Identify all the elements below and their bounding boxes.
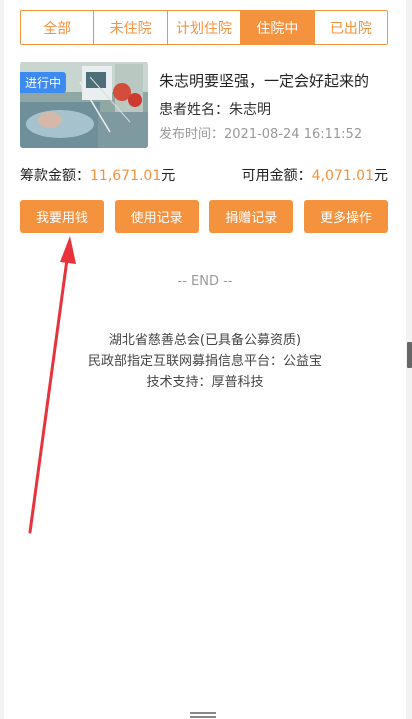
publish-time: 2021-08-24 16:11:52 (224, 127, 363, 142)
amount-row: 筹款金额：11,671.01元 可用金额：4,071.01元 (20, 165, 388, 185)
raised-value: 11,671.01 (90, 168, 162, 184)
publish-time-row: 发布时间：2021-08-24 16:11:52 (159, 123, 362, 142)
page: 全部 未住院 计划住院 住院中 已出院 进行中 朱志明要坚强，一定会好起来的 患… (4, 0, 406, 719)
available-unit: 元 (374, 168, 388, 184)
tab-planned-hospitalization[interactable]: 计划住院 (167, 11, 242, 44)
bottom-grip-icon[interactable] (190, 712, 216, 718)
tab-discharged[interactable]: 已出院 (314, 11, 387, 44)
action-buttons: 我要用钱 使用记录 捐赠记录 更多操作 (20, 200, 388, 233)
available-amount: 可用金额：4,071.01元 (242, 165, 388, 185)
tab-hospitalized[interactable]: 住院中 (241, 11, 315, 44)
more-actions-button[interactable]: 更多操作 (303, 200, 388, 233)
status-tabs: 全部 未住院 计划住院 住院中 已出院 (20, 10, 388, 45)
project-photo[interactable]: 进行中 (20, 62, 148, 148)
publish-time-label: 发布时间： (159, 127, 225, 142)
donation-records-button[interactable]: 捐赠记录 (209, 200, 294, 233)
patient-name-label: 患者姓名： (159, 102, 229, 118)
available-label: 可用金额： (241, 168, 312, 184)
patient-name-row: 患者姓名：朱志明 (159, 99, 271, 119)
status-badge: 进行中 (20, 72, 67, 93)
raised-unit: 元 (161, 168, 176, 184)
patient-name: 朱志明 (229, 102, 271, 118)
end-marker: -- END -- (177, 274, 233, 289)
footer-line-charity: 湖北省慈善总会(已具备公募资质) (108, 333, 302, 348)
footer-line-platform: 民政部指定互联网募捐信息平台：公益宝 (87, 354, 322, 369)
footer-line-support: 技术支持：厚普科技 (146, 375, 264, 390)
project-title[interactable]: 朱志明要坚强，一定会好起来的 (159, 70, 369, 91)
footer: 湖北省慈善总会(已具备公募资质) 民政部指定互联网募捐信息平台：公益宝 技术支持… (4, 330, 406, 393)
raised-amount: 筹款金额：11,671.01元 (20, 165, 175, 185)
available-value: 4,071.01 (311, 168, 374, 184)
tab-not-hospitalized[interactable]: 未住院 (94, 11, 168, 44)
use-money-button[interactable]: 我要用钱 (20, 200, 104, 233)
usage-records-button[interactable]: 使用记录 (114, 200, 199, 233)
side-handle[interactable] (407, 342, 412, 368)
raised-label: 筹款金额： (20, 168, 90, 184)
tab-all[interactable]: 全部 (21, 11, 95, 44)
